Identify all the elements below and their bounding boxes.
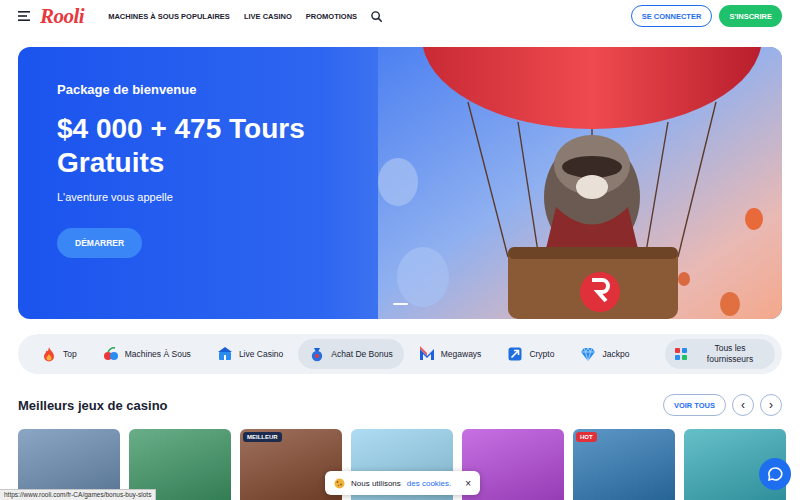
grid-icon <box>675 348 687 360</box>
category-tab[interactable]: Crypto <box>496 339 565 369</box>
category-bar: TopMachines À SousLive CasinoAchat De Bo… <box>18 334 782 374</box>
category-tab[interactable]: Achat De Bonus <box>298 339 403 369</box>
search-icon[interactable] <box>371 11 382 22</box>
next-button[interactable]: › <box>760 394 782 416</box>
status-url: https://www.rooli.com/fr-CA/games/bonus-… <box>0 489 156 500</box>
slots-icon <box>103 346 119 362</box>
logo[interactable]: Rooli <box>40 4 84 29</box>
all-providers-button[interactable]: Tous les fournisseurs <box>665 339 775 369</box>
slide-indicator <box>18 303 782 305</box>
cookie-icon <box>334 478 345 489</box>
chat-icon <box>767 466 783 482</box>
hero-banner: Package de bienvenue $4 000 + 475 Tours G… <box>18 47 782 319</box>
bonus-bag-icon <box>309 346 325 362</box>
view-all-button[interactable]: VOIR TOUS <box>663 394 726 416</box>
start-button[interactable]: DÉMARRER <box>57 228 142 258</box>
category-tab[interactable]: Megaways <box>408 339 493 369</box>
hero-title: $4 000 + 475 Tours Gratuits <box>57 112 357 180</box>
game-badge: HOT <box>576 432 597 442</box>
category-tab[interactable]: Live Casino <box>206 339 294 369</box>
hero-subtitle: L'aventure vous appelle <box>57 190 378 204</box>
category-tab[interactable]: Top <box>30 339 88 369</box>
category-tab[interactable]: Jackpo <box>569 339 640 369</box>
close-button[interactable]: × <box>465 478 471 489</box>
chat-button[interactable] <box>759 458 791 490</box>
category-tab[interactable]: Machines À Sous <box>92 339 202 369</box>
main-nav: MACHINES À SOUS POPULAIRES LIVE CASINO PRO… <box>108 11 382 22</box>
section-header: Meilleurs jeux de casinoVOIR TOUS ‹ › <box>18 394 782 416</box>
menu-icon[interactable] <box>18 11 30 21</box>
signup-button[interactable]: S'INSCRIRE <box>719 5 782 27</box>
nav-link[interactable]: MACHINES À SOUS POPULAIRES <box>108 12 230 21</box>
nav-link[interactable]: PROMOTIONS <box>306 12 357 21</box>
crypto-icon <box>507 346 523 362</box>
login-button[interactable]: SE CONNECTER <box>631 5 713 27</box>
game-tile[interactable]: HOT <box>573 429 675 500</box>
fire-icon <box>41 346 57 362</box>
cookie-link[interactable]: des cookies. <box>407 479 451 488</box>
jackpot-icon <box>580 346 596 362</box>
live-casino-icon <box>217 346 233 362</box>
game-badge: MEILLEUR <box>243 432 282 442</box>
prev-button[interactable]: ‹ <box>732 394 754 416</box>
nav-link[interactable]: LIVE CASINO <box>244 12 292 21</box>
hero-illustration <box>378 47 782 319</box>
slide-dot[interactable] <box>393 303 408 305</box>
hero-kicker: Package de bienvenue <box>57 82 378 98</box>
section-title: Meilleurs jeux de casino <box>18 398 663 413</box>
cookie-toast: Nous utilisonsdes cookies.× <box>325 471 480 495</box>
megaways-icon <box>419 346 435 362</box>
top-bar: Rooli MACHINES À SOUS POPULAIRES LIVE CASI… <box>0 0 800 32</box>
